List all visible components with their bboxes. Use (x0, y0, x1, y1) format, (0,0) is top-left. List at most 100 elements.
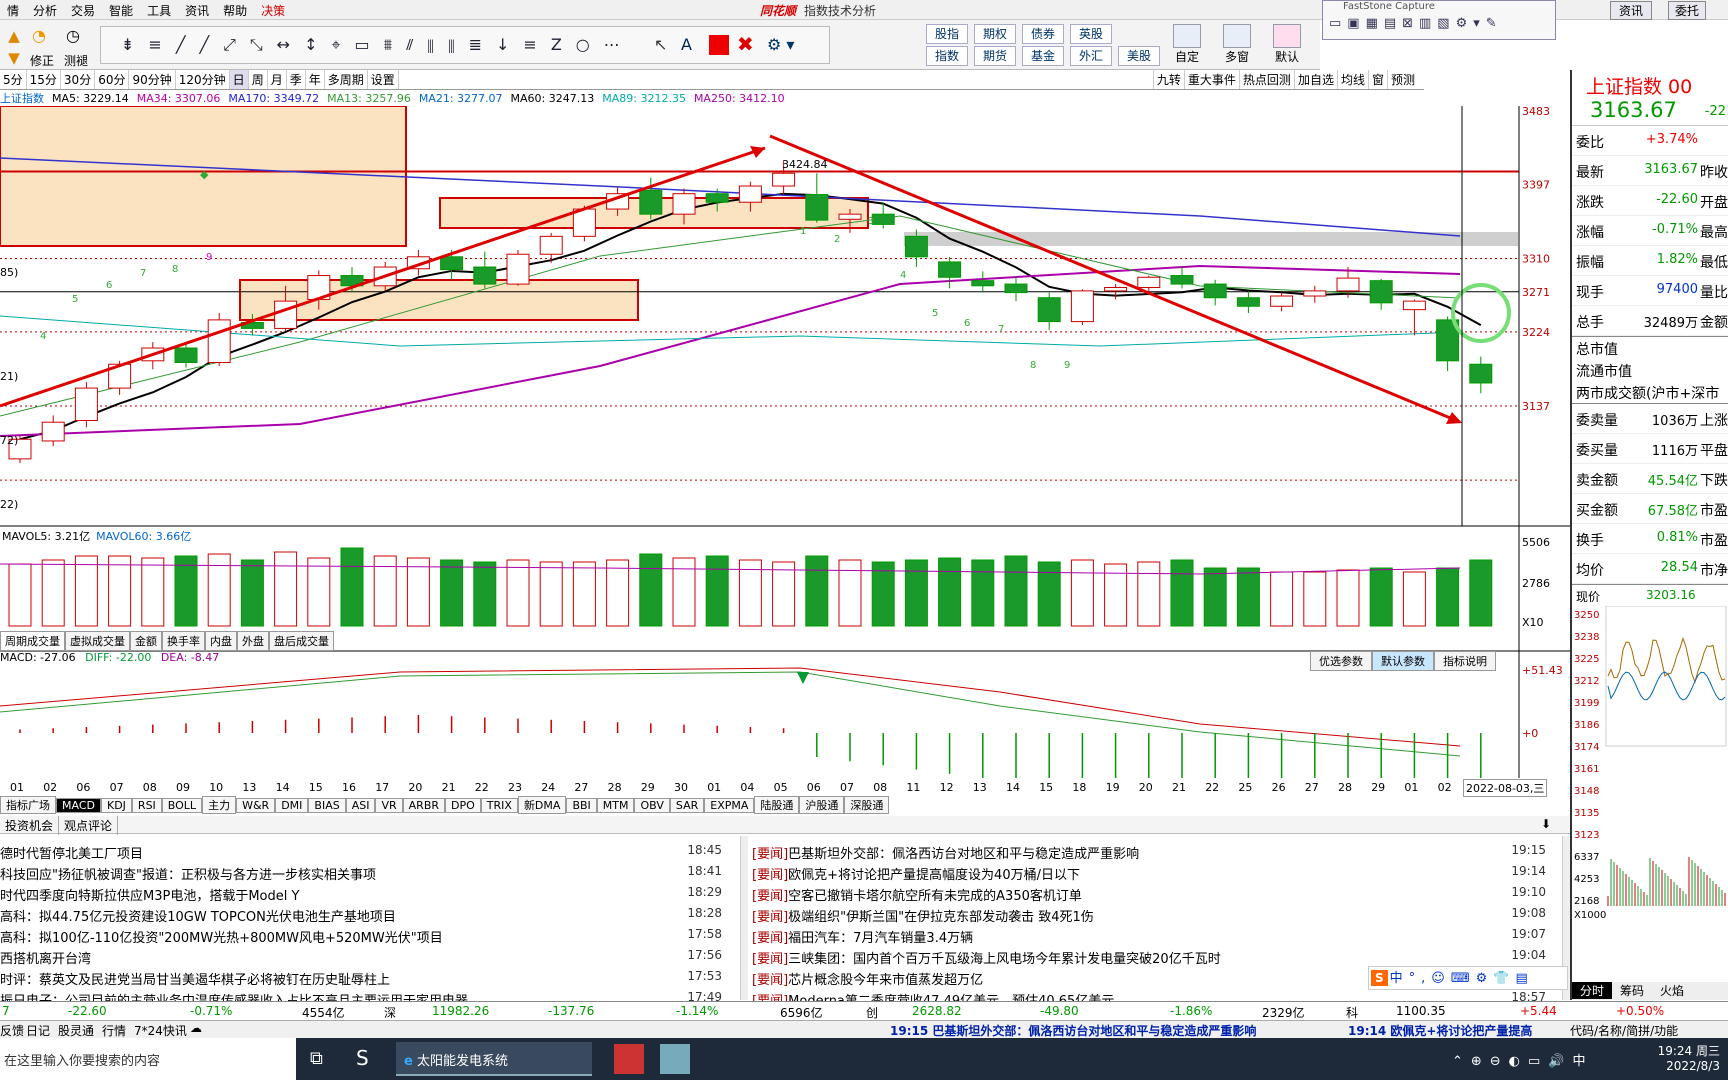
tab-chips[interactable]: 筹码 (1612, 982, 1652, 999)
news-tab[interactable]: 观点评论 (59, 816, 119, 835)
period-tab[interactable]: 120分钟 (176, 70, 230, 89)
period-tab[interactable]: 多周期 (325, 70, 368, 89)
sogou-logo-icon[interactable]: S (1371, 970, 1388, 986)
menu-item[interactable]: 帮助 (216, 0, 254, 21)
scroll-news-2[interactable]: 19:14 欧佩克+将讨论把产量提高 (1348, 1022, 1532, 1039)
chart-link[interactable]: 九转 (1152, 70, 1184, 89)
quick-button[interactable]: 债券 (1022, 24, 1064, 44)
indicator-tab[interactable]: TRIX (480, 798, 518, 813)
quick-button[interactable]: 期权 (974, 24, 1016, 44)
indicator-tab[interactable]: MTM (596, 798, 635, 813)
period-tab[interactable]: 60分 (95, 70, 130, 89)
up-arrow-icon[interactable]: ▲ (2, 24, 26, 48)
indicator-tab[interactable]: 陆股通 (754, 796, 800, 814)
chart-link[interactable]: 均线 (1336, 70, 1368, 89)
menu-item[interactable]: 工具 (140, 0, 178, 21)
scroll-news-1[interactable]: 19:15 巴基斯坦外交部：佩洛西访台对地区和平与稳定造成严重影响 (890, 1022, 1256, 1039)
status-item[interactable]: 日记 (26, 1022, 50, 1039)
chart-link[interactable]: 预测 (1386, 70, 1418, 89)
status-item[interactable]: 股灵通 (58, 1022, 94, 1039)
ime-buttons[interactable]: 中°,☺⌨⚙👕▤ (1390, 971, 1534, 986)
macd-param-tab[interactable]: 默认参数 (1372, 651, 1434, 671)
news-tab[interactable]: 投资机会 (0, 816, 60, 835)
news-item[interactable]: 科技回应"扬征帆被调查"报道：正积极与各方进一步核实相关事项 18:41 (0, 864, 740, 885)
taskbar-clock[interactable]: 19:24 周三 2022/8/3 (1640, 1042, 1720, 1073)
news-button[interactable]: 资讯 (1610, 1, 1653, 20)
capture-tools[interactable]: ▭▣▦▤⊠▥▧⚙▾✎ (1323, 13, 1555, 34)
news-scrollbar[interactable] (740, 836, 748, 1000)
news-item[interactable]: 高科：拟100亿-110亿投资"200MW光热+800MW风电+520MW光伏"… (0, 927, 740, 948)
cursor-tool-icon[interactable]: ↖ (654, 35, 667, 54)
tab-timeshare[interactable]: 分时 (1572, 982, 1613, 999)
down-arrow-icon[interactable]: ▼ (2, 46, 26, 70)
indicator-tab[interactable]: VR (375, 798, 403, 813)
download-icon[interactable]: ⬇ (1536, 816, 1556, 832)
news-button-label[interactable]: 资讯 (1610, 1, 1653, 20)
delegate-button-label[interactable]: 委托 (1668, 1, 1707, 20)
tonghuashun-icon[interactable] (614, 1044, 644, 1074)
news-item[interactable]: [要闻]福田汽车：7月汽车销量3.4万辆 19:07 (752, 927, 1564, 948)
quick-button[interactable]: 期货 (974, 46, 1016, 66)
indicator-tab[interactable]: RSI (131, 798, 162, 813)
quick-button[interactable]: 美股 (1118, 46, 1160, 66)
indicator-tab[interactable]: 深股通 (844, 796, 890, 814)
quick-button[interactable]: 股指 (926, 24, 968, 44)
volume-tab[interactable]: 换手率 (162, 631, 205, 651)
test-label[interactable]: 测褪 (64, 52, 88, 69)
news-item[interactable]: [要闻]欧佩克+将讨论把产量提高幅度设为40万桶/日以下 19:14 (752, 864, 1564, 885)
chart-link[interactable]: 重大事件 (1183, 70, 1239, 89)
chart-link[interactable]: 窗 (1367, 70, 1387, 89)
news-item[interactable]: 西搭机离开台湾 17:56 (0, 948, 740, 969)
menu-item-decision[interactable]: 决策 (254, 0, 292, 21)
indicator-tab[interactable]: SAR (669, 798, 705, 813)
volume-tab[interactable]: 外盘 (237, 631, 269, 651)
volume-tab[interactable]: 周期成交量 (0, 631, 65, 651)
indicator-tab[interactable]: 沪股通 (799, 796, 845, 814)
indicator-tab[interactable]: MACD (56, 798, 101, 813)
indicator-tab[interactable]: 指标广场 (0, 796, 56, 814)
chart-link[interactable]: 加自选 (1293, 70, 1337, 89)
tab-flame[interactable]: 火焰 (1652, 982, 1692, 999)
taskbar-search[interactable]: 在这里输入你要搜索的内容 (0, 1038, 296, 1080)
indicator-tab[interactable]: DPO (445, 798, 481, 813)
period-tab[interactable]: 周 (249, 70, 268, 89)
macd-param-tab[interactable]: 优选参数 (1310, 651, 1372, 671)
quick-button[interactable]: 指数 (926, 46, 968, 66)
indicator-tab[interactable]: BOLL (161, 798, 203, 813)
drawing-tool-icons[interactable]: ⇟≡╱╱⤢⤡↔↕⌖▭⩩⫽⦀⦀≣↓≡Z○⋯ (121, 35, 634, 55)
restore-label[interactable]: 修正 (30, 52, 54, 69)
period-tab[interactable]: 90分钟 (129, 70, 176, 89)
delegate-button[interactable]: 委托 (1668, 1, 1707, 20)
news-item[interactable]: 时代四季度向特斯拉供应M3P电池，搭载于Model Y 18:29 (0, 885, 740, 906)
custom-button[interactable]: 自定 (1163, 24, 1211, 65)
period-tab[interactable]: 季 (287, 70, 306, 89)
capture-app-icon[interactable] (660, 1044, 690, 1074)
quick-button[interactable]: 英股 (1070, 24, 1112, 44)
indicator-tab[interactable]: OBV (634, 798, 670, 813)
quick-button[interactable]: 外汇 (1070, 46, 1112, 66)
volume-tab[interactable]: 虚拟成交量 (65, 631, 130, 651)
chart-canvas[interactable]: 3424.84 ◆ 4 5 6 7 8 9 1 2 3 4 5 6 7 8 9 85) 21) 72) 22) 5506… (0, 106, 1570, 778)
multiwindow-button[interactable]: 多窗 (1213, 24, 1261, 65)
indicator-tab[interactable]: DMI (275, 798, 309, 813)
volume-tab[interactable]: 金额 (130, 631, 162, 651)
indicator-tab[interactable]: BBI (566, 798, 597, 813)
menu-item[interactable]: 智能 (102, 0, 140, 21)
color-picker[interactable] (709, 35, 729, 55)
news-item[interactable]: 时评：蔡英文及民进党当局甘当美遏华棋子必将被钉在历史耻辱柱上 17:53 (0, 969, 740, 990)
default-button[interactable]: 默认 (1263, 24, 1311, 65)
indicator-tab[interactable]: KDJ (100, 798, 132, 813)
chart-link[interactable]: 热点回测 (1238, 70, 1294, 89)
restore-icon[interactable]: ◔ (32, 26, 46, 45)
indicator-tab[interactable]: W&R (236, 798, 276, 813)
clock-icon[interactable]: ◷ (66, 26, 80, 45)
task-view-icon[interactable]: ⧉ (310, 1048, 323, 1069)
macd-param-tab[interactable]: 指标说明 (1434, 651, 1496, 671)
period-tab[interactable]: 5分 (0, 70, 27, 89)
volume-tab[interactable]: 内盘 (205, 631, 237, 651)
menu-item[interactable]: 分析 (26, 0, 64, 21)
indicator-tab[interactable]: 主力 (202, 796, 237, 814)
period-tab[interactable]: 15分 (27, 70, 61, 89)
news-item[interactable]: [要闻]空客已撤销卡塔尔航空所有未完成的A350客机订单 19:10 (752, 885, 1564, 906)
status-item[interactable]: 反馈 (0, 1022, 24, 1039)
